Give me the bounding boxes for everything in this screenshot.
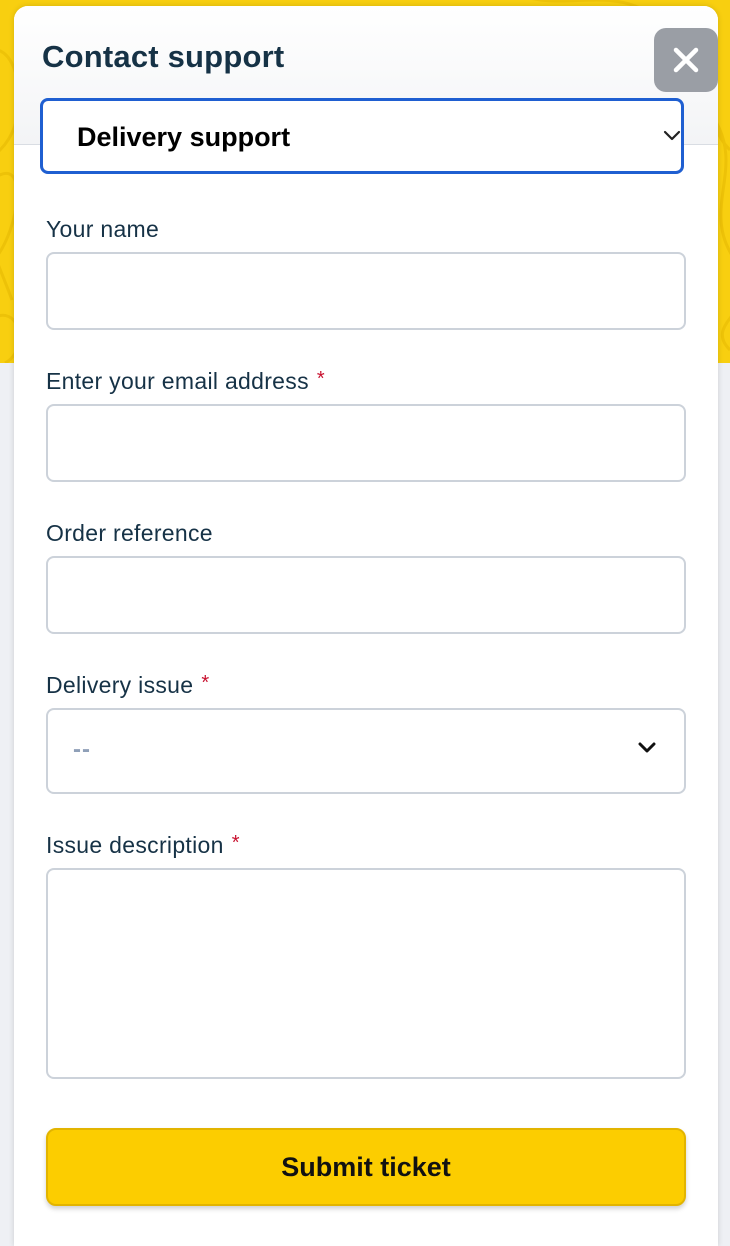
order-reference-label: Order reference <box>46 520 213 546</box>
support-category-select[interactable]: Delivery support <box>40 98 684 174</box>
delivery-issue-value: -- <box>73 736 91 763</box>
submit-ticket-button[interactable]: Submit ticket <box>46 1128 686 1206</box>
issue-description-textarea[interactable] <box>46 868 686 1079</box>
email-label: Enter your email address * <box>46 368 325 394</box>
chevron-down-icon <box>663 130 681 141</box>
delivery-issue-label: Delivery issue * <box>46 672 210 698</box>
required-asterisk: * <box>316 368 325 390</box>
contact-support-modal: Contact support Delivery support Your na… <box>14 6 718 1246</box>
email-input[interactable] <box>46 404 686 482</box>
close-button[interactable] <box>654 28 718 92</box>
name-input[interactable] <box>46 252 686 330</box>
modal-title: Contact support <box>42 39 285 74</box>
delivery-issue-select[interactable]: -- <box>46 708 686 794</box>
order-reference-input[interactable] <box>46 556 686 634</box>
chevron-down-icon <box>638 742 656 753</box>
required-asterisk: * <box>231 832 240 854</box>
issue-description-label: Issue description * <box>46 832 240 858</box>
name-label: Your name <box>46 216 160 242</box>
required-asterisk: * <box>201 672 210 694</box>
support-category-value: Delivery support <box>77 122 291 152</box>
close-icon <box>673 47 699 73</box>
